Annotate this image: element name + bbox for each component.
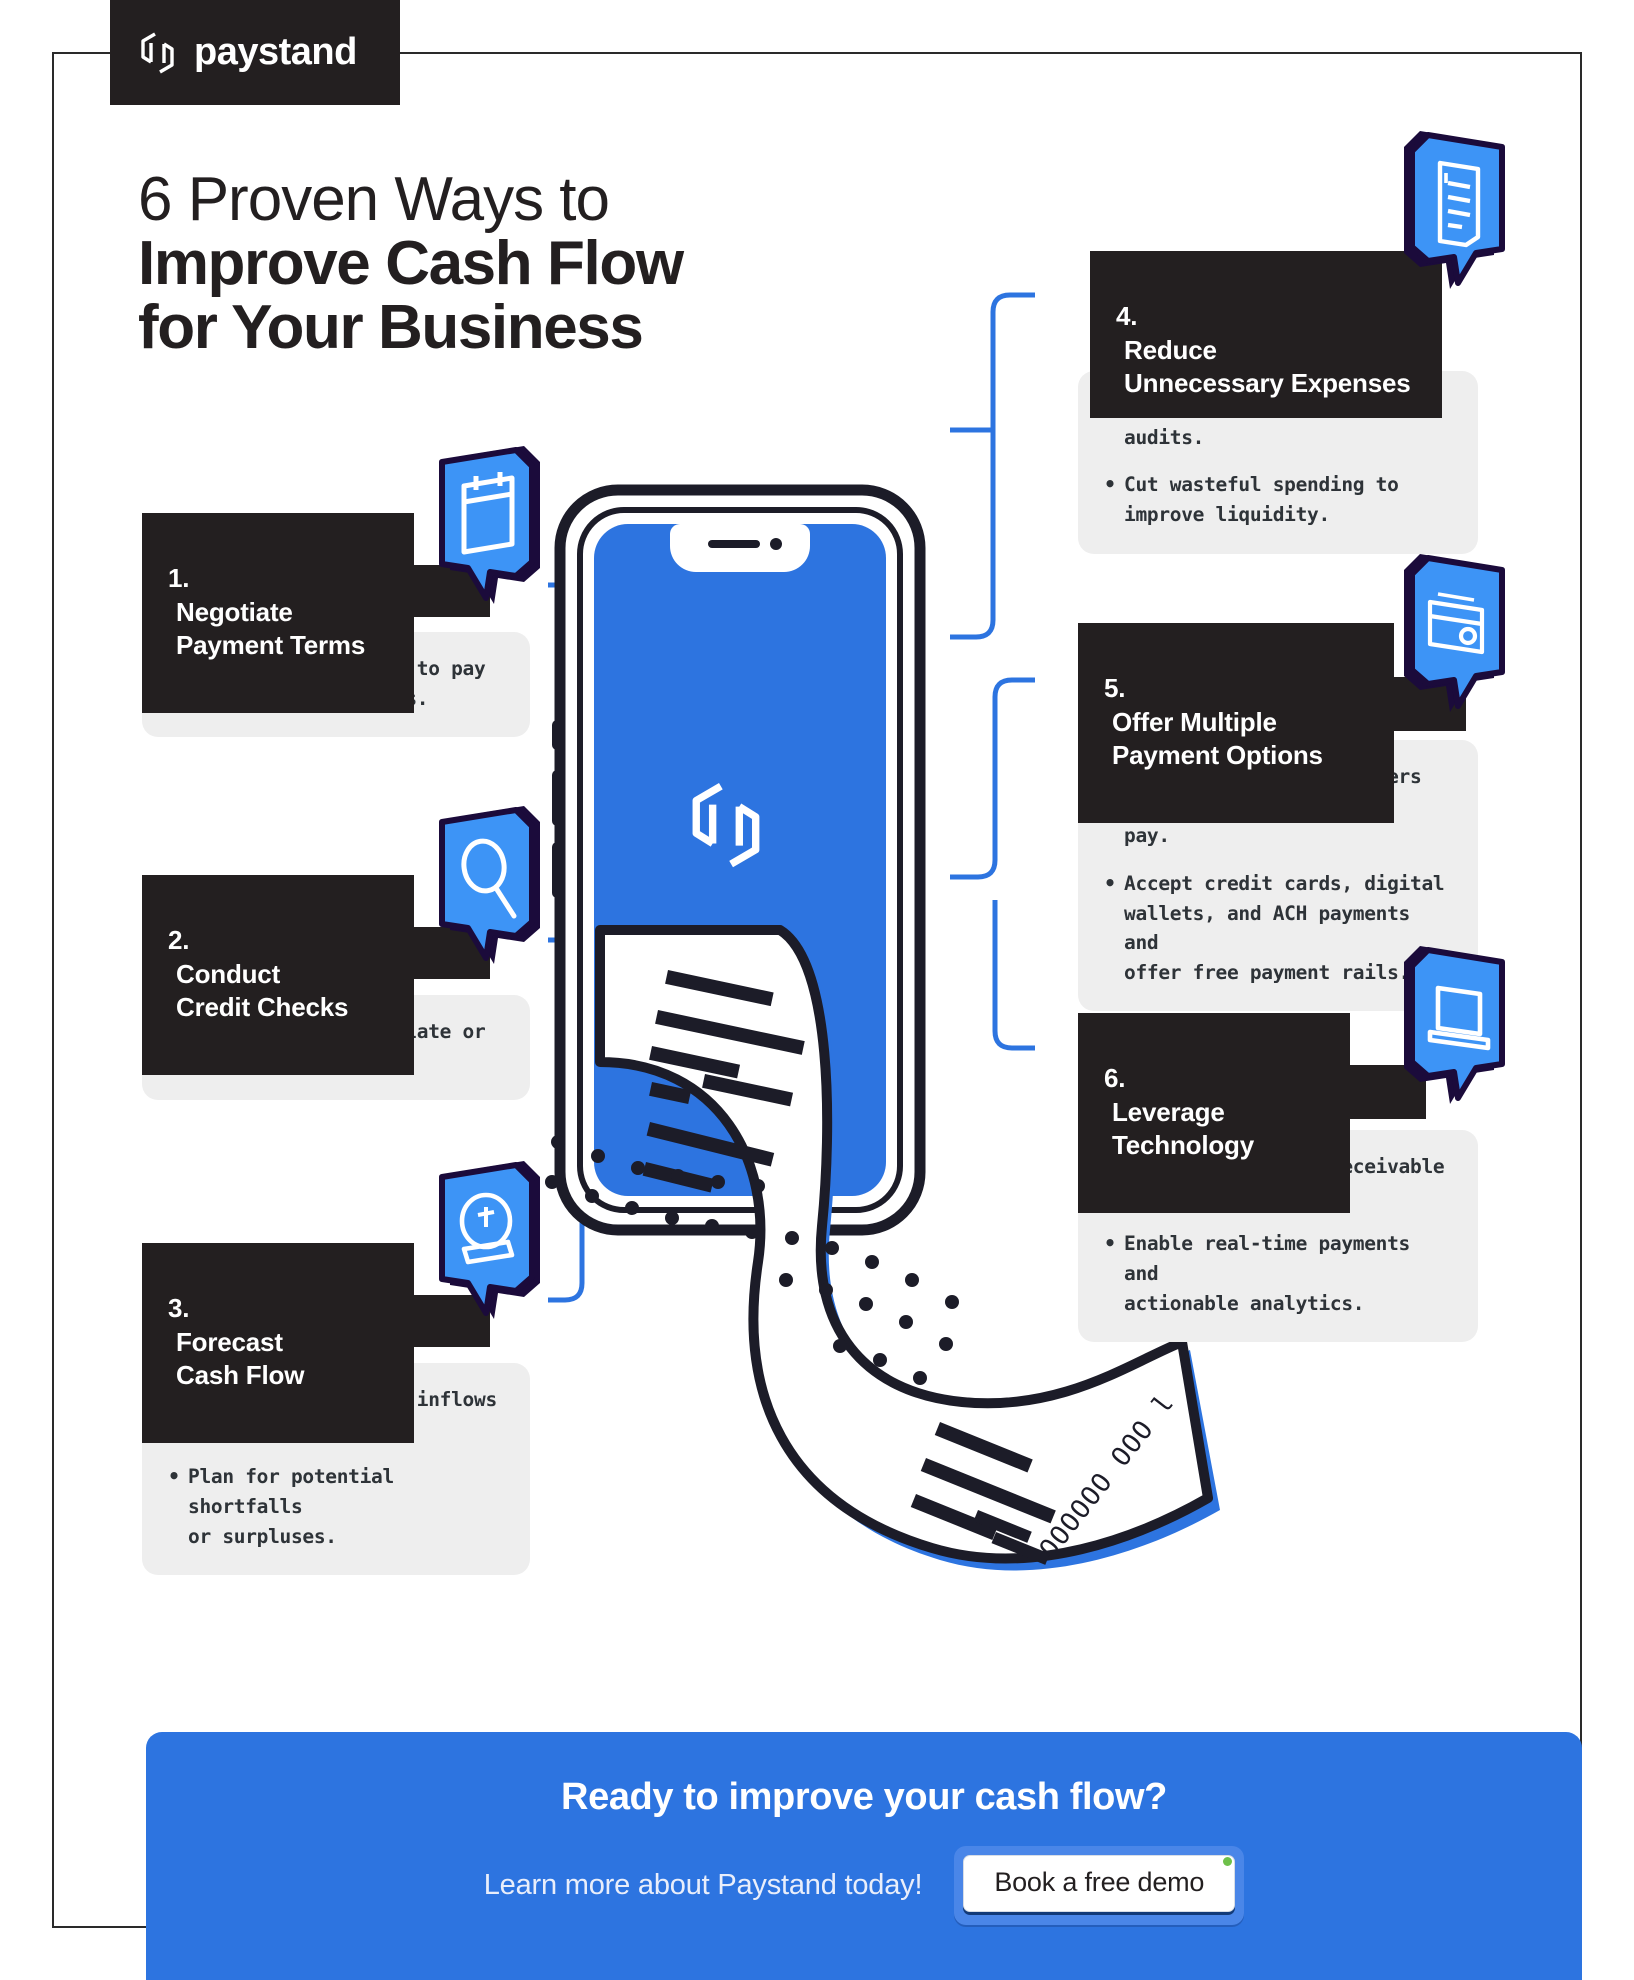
step-3-header: 3. Forecast Cash Flow xyxy=(142,1243,490,1444)
step-4-bullet-2: Cut wasteful spending to improve liquidi… xyxy=(1104,469,1452,529)
step-2-number: 2. xyxy=(168,925,190,956)
cta-banner: Ready to improve your cash flow? Learn m… xyxy=(146,1732,1582,1980)
paystand-logo-block: paystand xyxy=(110,0,400,105)
step-4-number: 4. xyxy=(1116,301,1138,332)
step-4-header: 4. Reduce Unnecessary Expenses xyxy=(1090,251,1442,419)
paystand-wordmark: paystand xyxy=(194,31,357,73)
step-1-number: 1. xyxy=(168,563,190,594)
page-title: 6 Proven Ways to Improve Cash Flow for Y… xyxy=(138,168,958,360)
step-5-header: 5. Offer Multiple Payment Options xyxy=(1078,623,1466,824)
cta-subtitle: Learn more about Paystand today! xyxy=(483,1869,923,1901)
cta-row: Learn more about Paystand today! Book a … xyxy=(146,1846,1582,1925)
step-1-header: 1. Negotiate Payment Terms xyxy=(142,513,490,714)
step-2-title: Conduct Credit Checks xyxy=(176,958,349,1022)
step-3-bullet-2: Plan for potential shortfalls or surplus… xyxy=(168,1461,504,1551)
step-1-badge xyxy=(428,440,548,615)
infographic-page: paystand 6 Proven Ways to Improve Cash F… xyxy=(0,0,1634,1980)
step-6-number: 6. xyxy=(1104,1063,1126,1094)
step-6-badge xyxy=(1396,940,1516,1115)
step-2-header: 2. Conduct Credit Checks xyxy=(142,875,490,1076)
title-line-2: Improve Cash Flow xyxy=(138,228,684,298)
cta-title: Ready to improve your cash flow? xyxy=(561,1776,1167,1818)
step-3-title: Forecast Cash Flow xyxy=(176,1326,305,1390)
step-6-title: Leverage Technology xyxy=(1112,1096,1254,1160)
step-6-bullet-2: Enable real-time payments and actionable… xyxy=(1104,1228,1452,1318)
step-1-title: Negotiate Payment Terms xyxy=(176,596,366,660)
title-line-3: for Your Business xyxy=(138,292,644,362)
paystand-hexagon-logo-icon xyxy=(138,31,180,75)
step-5-title: Offer Multiple Payment Options xyxy=(1112,706,1323,770)
book-demo-button[interactable]: Book a free demo xyxy=(963,1855,1236,1912)
title-line-1: 6 Proven Ways to xyxy=(138,165,610,234)
step-3-number: 3. xyxy=(168,1293,190,1324)
step-4-badge xyxy=(1396,125,1516,300)
step-3-badge xyxy=(428,1155,548,1330)
step-5-badge xyxy=(1396,548,1516,723)
cta-button-shell: Book a free demo xyxy=(954,1846,1245,1925)
step-4-title: Reduce Unnecessary Expenses xyxy=(1124,334,1411,398)
step-6-header: 6. Leverage Technology xyxy=(1078,1013,1426,1214)
step-5-number: 5. xyxy=(1104,673,1126,704)
step-2-badge xyxy=(428,800,548,975)
